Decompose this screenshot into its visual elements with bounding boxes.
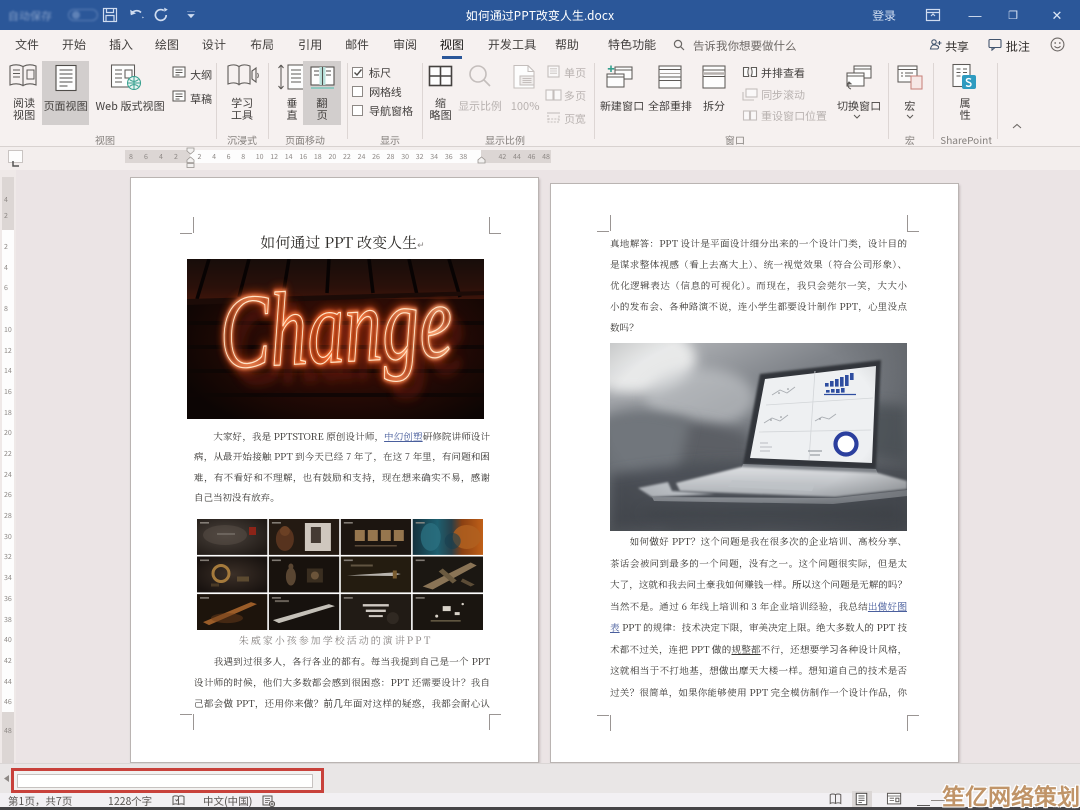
svg-text:Change: Change (217, 261, 456, 391)
